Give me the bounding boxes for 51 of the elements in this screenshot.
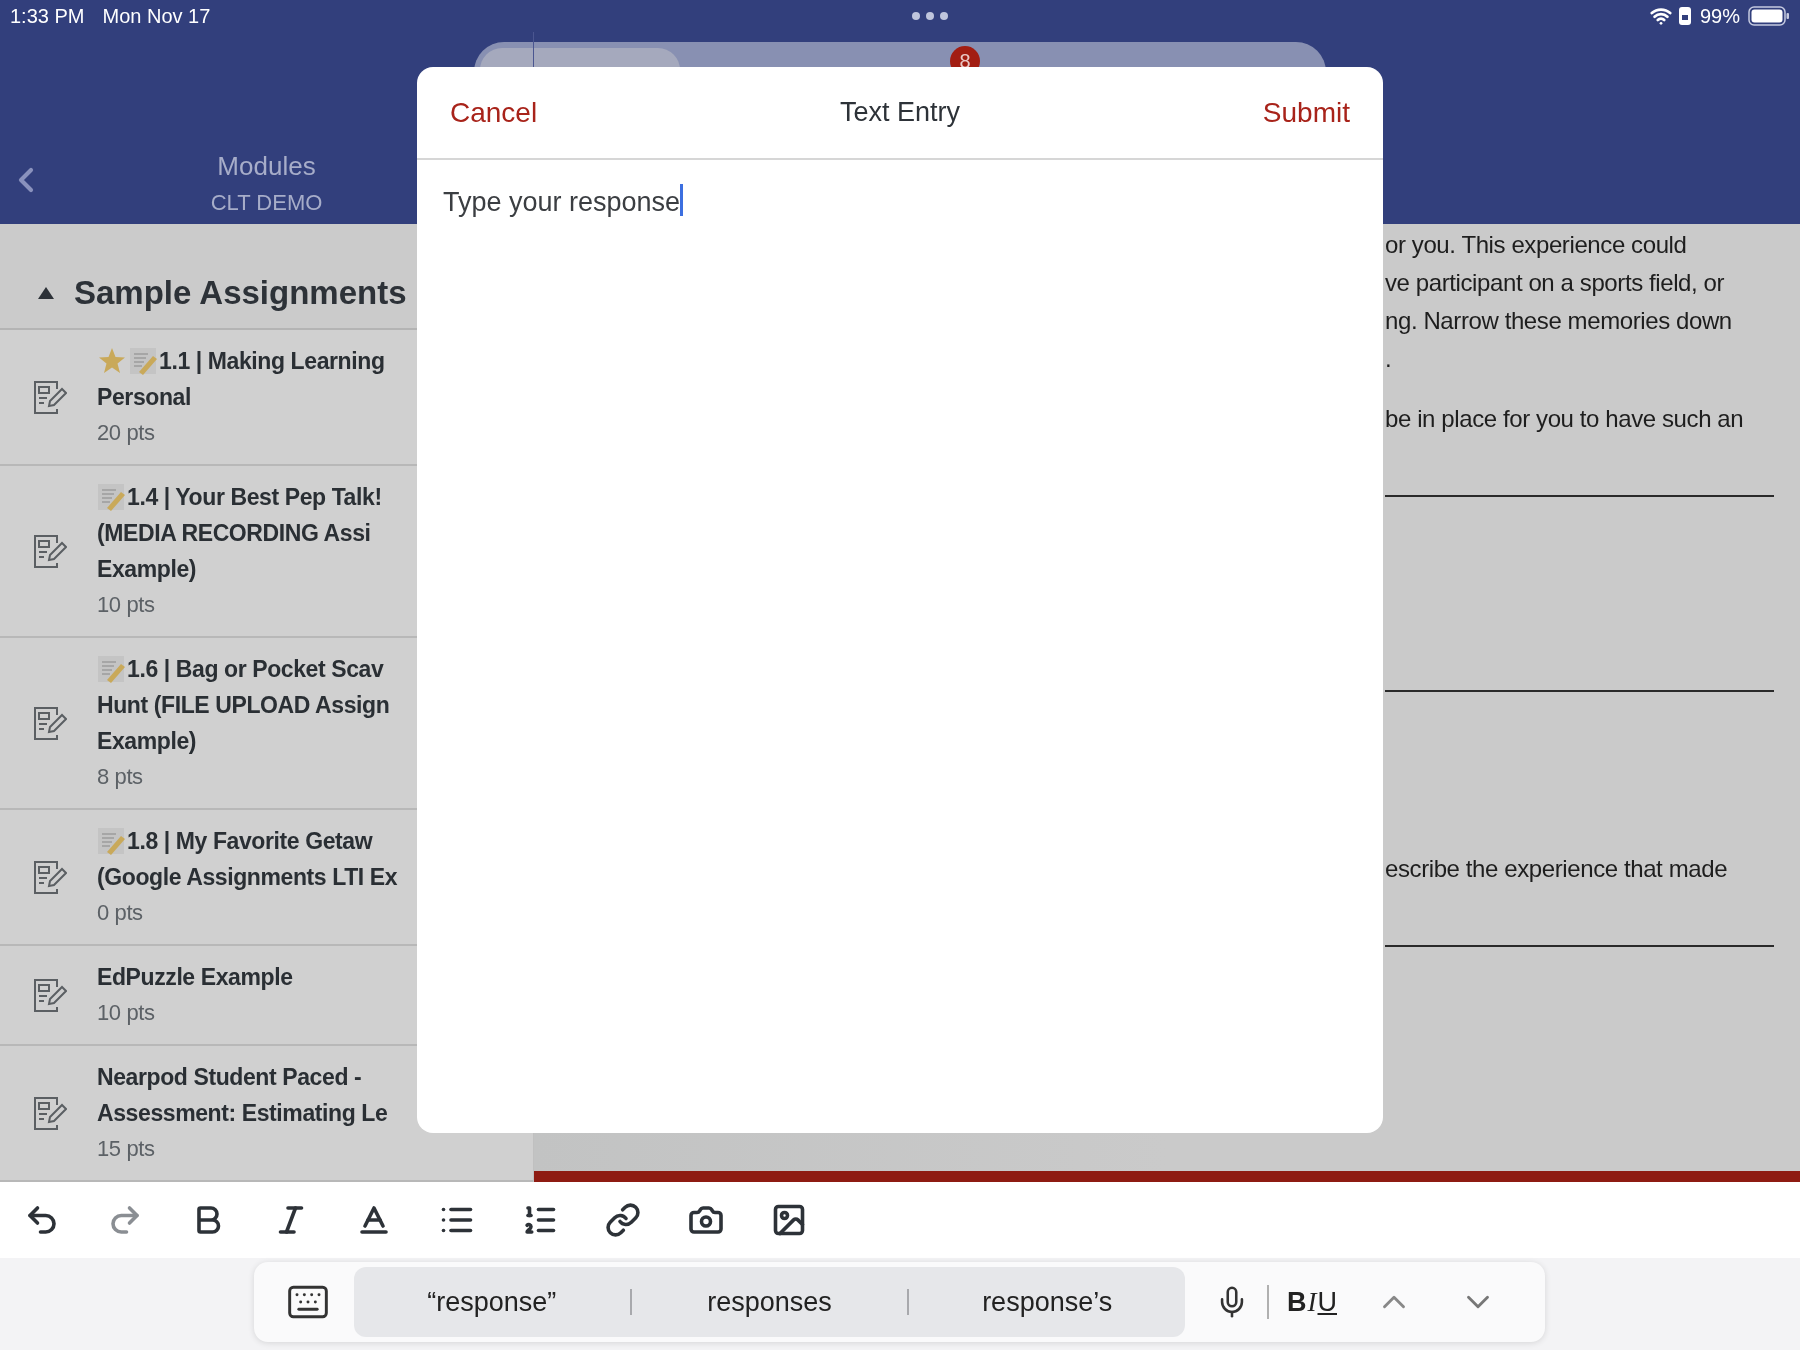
wifi-icon <box>1649 5 1672 27</box>
assignment-title: Example) <box>97 727 197 756</box>
assignment-text: ve participant on a sports field, or <box>1385 268 1726 298</box>
assignment-icon <box>32 706 67 740</box>
suggestion-button[interactable]: responses <box>631 1281 908 1323</box>
assignment-title: 1.6 | Bag or Pocket Scav <box>127 655 384 684</box>
assignment-title: Nearpod Student Paced - <box>97 1063 362 1092</box>
assignment-icon <box>32 978 67 1012</box>
collapse-triangle-icon[interactable] <box>38 287 54 299</box>
assignment-title: 1.4 | Your Best Pep Talk! <box>127 483 382 512</box>
assignment-points: 15 pts <box>97 1135 156 1163</box>
battery-percent: 99% <box>1699 4 1740 29</box>
nav-subtitle: CLT DEMO <box>210 189 323 217</box>
dialog-title: Text Entry <box>840 96 961 130</box>
assignment-text: escribe the experience that made <box>1385 854 1729 884</box>
assignment-title: (Google Assignments LTI Ex <box>97 863 398 892</box>
assignment-title: Assessment: Estimating Le <box>97 1099 388 1128</box>
cancel-button[interactable]: Cancel <box>450 91 538 134</box>
assignment-points: 20 pts <box>97 419 156 447</box>
assignment-icon <box>32 380 67 414</box>
assignment-title: 1.1 | Making Learning <box>159 347 385 376</box>
assignment-points: 0 pts <box>97 899 144 927</box>
assignment-text: . <box>1385 344 1393 374</box>
module-title: Sample Assignments <box>74 273 407 314</box>
assignment-icon <box>32 1096 67 1130</box>
submit-button[interactable]: Submit <box>1262 91 1350 134</box>
lock-icon <box>1677 6 1692 26</box>
suggestion-button[interactable]: “response” <box>354 1281 630 1323</box>
assignment-title: 1.8 | My Favorite Getaw <box>127 827 373 856</box>
battery-icon <box>1748 6 1790 26</box>
nav-title: Modules <box>217 150 316 183</box>
assignment-title: Example) <box>97 555 197 584</box>
more-dots-icon <box>911 11 950 21</box>
assignment-points: 10 pts <box>97 999 156 1027</box>
assignment-points: 8 pts <box>97 763 144 791</box>
assignment-title: EdPuzzle Example <box>97 963 293 992</box>
status-date: Mon Nov 17 <box>102 4 211 29</box>
assignment-icon <box>32 860 67 894</box>
assignment-title: (MEDIA RECORDING Assi <box>97 519 371 548</box>
assignment-text: or you. This experience could <box>1385 230 1688 260</box>
assignment-points: 10 pts <box>97 591 156 619</box>
status-time: 1:33 PM <box>10 4 85 29</box>
format-button[interactable]: BIU <box>1287 1281 1337 1323</box>
assignment-title: Hunt (FILE UPLOAD Assign <box>97 691 390 720</box>
link-icon[interactable] <box>605 1202 641 1238</box>
suggestion-button[interactable]: response’s <box>909 1281 1185 1323</box>
assignment-text: be in place for you to have such an <box>1385 404 1745 434</box>
assignment-icon <box>32 534 67 568</box>
image-icon[interactable] <box>771 1202 807 1238</box>
assignment-title: Personal <box>97 383 191 412</box>
assignment-text: ng. Narrow these memories down <box>1385 306 1733 336</box>
